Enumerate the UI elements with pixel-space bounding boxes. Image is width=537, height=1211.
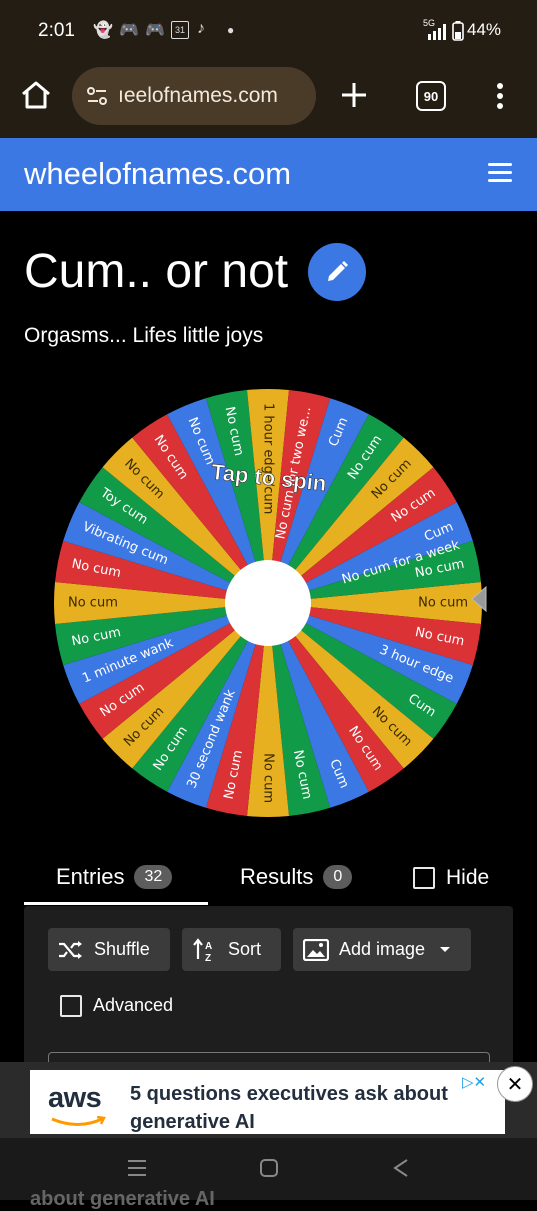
battery-icon [452,21,464,41]
hide-checkbox[interactable] [413,867,435,889]
site-settings-icon[interactable] [84,83,110,109]
browser-toolbar: ıeelofnames.com 90 [0,64,537,138]
wheel-segment-label: No cum [68,596,118,611]
entries-count-badge: 32 [134,865,173,889]
calendar-icon: 31 [171,21,189,39]
tiktok-icon: ♪ [197,20,205,37]
shuffle-button[interactable]: Shuffle [48,928,170,971]
home-icon[interactable] [20,80,52,110]
aws-smile-icon [51,1116,106,1126]
address-bar[interactable]: ıeelofnames.com [72,67,316,125]
sort-icon: A Z [193,937,212,963]
adchoices-icon[interactable]: ▷✕ [462,1073,486,1091]
aws-logo: aws [48,1082,102,1114]
svg-text:A: A [205,941,212,952]
tab-entries-label: Entries [56,864,125,889]
tab-results[interactable]: Results 0 [240,864,353,890]
advanced-label[interactable]: Advanced [93,995,173,1016]
wheel-svg[interactable]: No cumNo cum3 hour edgeCumNo cumNo cumCu… [44,373,504,833]
status-time: 2:01 [38,20,75,41]
tab-entries[interactable]: Entries 32 [56,864,173,890]
ad-headline[interactable]: 5 questions executives ask about generat… [130,1080,450,1136]
sort-button[interactable]: A Z Sort [182,928,281,971]
shuffle-icon [59,940,82,959]
recent-apps-icon[interactable] [126,1158,148,1178]
dot-icon: ● [227,23,235,37]
sort-label: Sort [228,939,262,959]
svg-text:Z: Z [205,953,211,963]
add-image-button[interactable]: Add image [293,928,471,971]
ad-close-button[interactable]: ✕ [497,1066,533,1102]
edit-title-button[interactable] [308,243,366,301]
wheel-center[interactable] [225,560,311,646]
more-options-icon[interactable] [495,82,505,110]
tab-switcher-button[interactable]: 90 [416,81,446,111]
chevron-down-icon [440,946,451,952]
wheel-segment-label: 1 hour edge/cum [261,403,276,514]
status-bar: 2:01 👻 🎮 🎮 31 ♪ ● 5G 44% [0,0,537,64]
snapchat-icon: 👻 [93,22,113,39]
url-text: ıeelofnames.com [118,84,278,107]
image-icon [303,938,329,961]
active-tab-indicator [24,902,208,905]
home-nav-icon[interactable] [259,1158,279,1178]
back-nav-icon[interactable] [392,1158,410,1178]
battery-percent: 44% [467,20,502,39]
wheel-segment-label: No cum [418,596,468,611]
wheel-segment-label: No cum [261,753,276,803]
hide-label[interactable]: Hide [446,866,489,890]
signal-icon [428,24,446,40]
new-tab-icon[interactable] [340,81,368,109]
site-brand-link[interactable]: wheelofnames.com [24,156,291,192]
add-image-label: Add image [339,939,426,959]
discord-icon: 🎮 [145,22,165,39]
shuffle-label: Shuffle [94,939,150,959]
hamburger-menu-icon[interactable] [488,160,514,186]
pencil-icon [328,261,348,281]
discord-icon: 🎮 [119,22,139,39]
results-count-badge: 0 [323,865,353,889]
site-header: wheelofnames.com [0,138,537,211]
wheel[interactable]: No cum No cum 3 hour edge Cum No cum No cum Cu… [44,373,504,833]
page-title: Cum.. or not [24,245,289,298]
tab-results-label: Results [240,864,314,889]
advanced-checkbox[interactable] [60,995,82,1017]
page-description: Orgasms... Lifes little joys [24,324,264,347]
